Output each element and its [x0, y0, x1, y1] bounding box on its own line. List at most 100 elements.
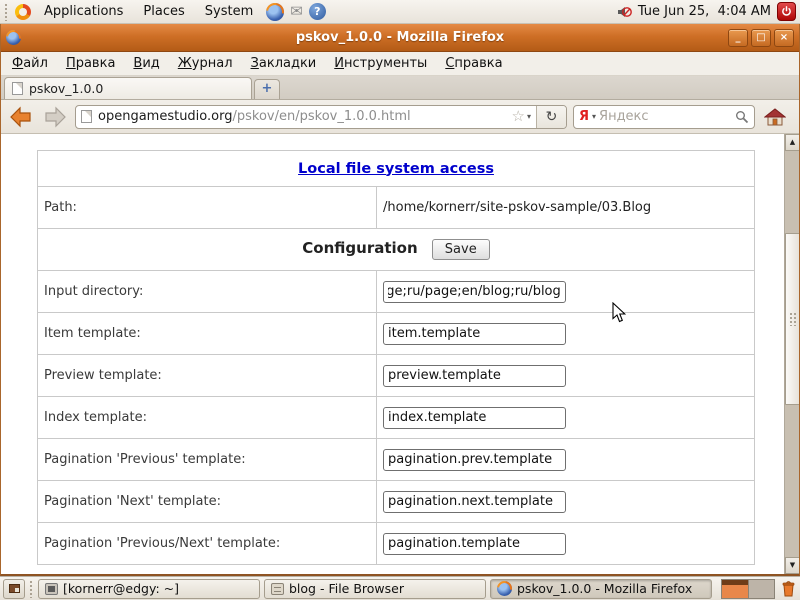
forward-arrow-icon: [43, 106, 67, 128]
menu-applications[interactable]: Applications: [37, 2, 130, 21]
workspace-switcher: [721, 579, 775, 599]
table-row: Configuration Save: [38, 229, 755, 271]
menu-file[interactable]: Файл: [3, 53, 57, 74]
tab-pskov[interactable]: pskov_1.0.0: [4, 77, 252, 99]
configuration-title: Configuration: [302, 239, 417, 257]
gnome-top-panel: Applications Places System ✉ ? Tue Jun 2…: [0, 0, 800, 24]
back-arrow-icon: [9, 106, 33, 128]
workspace-1[interactable]: [722, 580, 748, 598]
task-label: blog - File Browser: [289, 581, 404, 596]
show-desktop-icon: [9, 584, 20, 593]
field-label: Pagination 'Previous/Next' template:: [38, 523, 377, 565]
index-template-field[interactable]: [383, 407, 566, 429]
home-button[interactable]: [761, 104, 789, 130]
site-favicon: [81, 110, 92, 123]
menu-edit[interactable]: Правка: [57, 53, 124, 74]
search-bar[interactable]: Я ▾: [573, 105, 755, 129]
table-row: Pagination 'Previous' template:: [38, 439, 755, 481]
window-title: pskov_1.0.0 - Mozilla Firefox: [1, 30, 799, 45]
navigation-toolbar: opengamestudio.org/pskov/en/pskov_1.0.0.…: [1, 100, 799, 134]
item-template-field[interactable]: [383, 323, 566, 345]
forward-button[interactable]: [41, 104, 69, 130]
back-button[interactable]: [7, 104, 35, 130]
bookmark-zone: ☆ ▾: [507, 109, 536, 124]
url-path: /pskov/en/pskov_1.0.0.html: [232, 109, 410, 124]
task-label: pskov_1.0.0 - Mozilla Firefox: [517, 581, 692, 596]
panel-drag-handle[interactable]: [4, 3, 9, 21]
reload-button[interactable]: ↻: [536, 105, 566, 129]
tab-strip: pskov_1.0.0 +: [1, 76, 799, 100]
table-row: Pagination 'Next' template:: [38, 481, 755, 523]
page-content: Local file system access Path: /home/kor…: [1, 134, 799, 574]
menu-system[interactable]: System: [198, 2, 260, 21]
firefox-launcher-icon[interactable]: [266, 3, 284, 21]
path-value: /home/kornerr/site-pskov-sample/03.Blog: [377, 187, 755, 229]
workspace-2[interactable]: [748, 580, 775, 598]
preview-template-field[interactable]: [383, 365, 566, 387]
volume-muted-icon[interactable]: [616, 4, 632, 20]
gnome-taskbar: [kornerr@edgy: ~] blog - File Browser ps…: [0, 576, 800, 600]
menu-view[interactable]: Вид: [124, 53, 168, 74]
logout-power-button[interactable]: [777, 2, 796, 21]
pagination-next-template-field[interactable]: [383, 491, 566, 513]
path-label: Path:: [38, 187, 377, 229]
menu-help[interactable]: Справка: [436, 53, 511, 74]
table-row: Preview template:: [38, 355, 755, 397]
tab-label: pskov_1.0.0: [29, 81, 103, 96]
minimize-button[interactable]: _: [728, 29, 748, 47]
taskbar-drag-handle[interactable]: [29, 580, 34, 598]
table-row: Pagination 'Previous/Next' template:: [38, 523, 755, 565]
url-text[interactable]: opengamestudio.org/pskov/en/pskov_1.0.0.…: [98, 109, 507, 124]
scroll-down-button[interactable]: ▼: [785, 557, 799, 574]
browser-menubar: Файл Правка Вид Журнал Закладки Инструме…: [1, 52, 799, 76]
search-engine-dropdown-icon[interactable]: ▾: [592, 112, 596, 121]
scroll-up-button[interactable]: ▲: [785, 134, 799, 151]
save-button[interactable]: Save: [432, 239, 490, 260]
magnifier-icon[interactable]: [735, 110, 749, 124]
local-file-system-access-link[interactable]: Local file system access: [298, 161, 494, 177]
help-icon[interactable]: ?: [309, 3, 326, 20]
table-row: Index template:: [38, 397, 755, 439]
task-label: [kornerr@edgy: ~]: [63, 581, 179, 596]
table-row: Local file system access: [38, 151, 755, 187]
task-terminal[interactable]: [kornerr@edgy: ~]: [38, 579, 260, 599]
field-label: Item template:: [38, 313, 377, 355]
close-button[interactable]: ×: [774, 29, 794, 47]
configuration-table: Local file system access Path: /home/kor…: [37, 150, 755, 565]
menu-bookmarks[interactable]: Закладки: [242, 53, 326, 74]
search-input[interactable]: [599, 109, 732, 124]
pagination-prev-next-template-field[interactable]: [383, 533, 566, 555]
yandex-icon: Я: [579, 109, 589, 124]
menu-places[interactable]: Places: [136, 2, 191, 21]
panel-right-area: Tue Jun 25, 4:04 AM: [616, 2, 796, 21]
input-directory-field[interactable]: [383, 281, 566, 303]
url-domain: opengamestudio.org: [98, 109, 232, 124]
url-bar[interactable]: opengamestudio.org/pskov/en/pskov_1.0.0.…: [75, 105, 567, 129]
menu-history[interactable]: Журнал: [169, 53, 242, 74]
maximize-button[interactable]: □: [751, 29, 771, 47]
pagination-previous-template-field[interactable]: [383, 449, 566, 471]
mail-icon[interactable]: ✉: [290, 4, 303, 19]
panel-clock[interactable]: Tue Jun 25, 4:04 AM: [638, 4, 771, 19]
bookmark-star-icon[interactable]: ☆: [512, 109, 525, 124]
trash-applet[interactable]: [779, 579, 797, 599]
vertical-scrollbar[interactable]: ▲ ▼: [784, 134, 799, 574]
tab-page-icon: [12, 82, 23, 95]
ubuntu-logo-icon[interactable]: [15, 4, 31, 20]
table-row: Input directory:: [38, 271, 755, 313]
trash-icon: [781, 580, 796, 597]
field-label: Pagination 'Next' template:: [38, 481, 377, 523]
show-desktop-button[interactable]: [3, 579, 25, 599]
field-label: Preview template:: [38, 355, 377, 397]
table-row: Path: /home/kornerr/site-pskov-sample/03…: [38, 187, 755, 229]
home-icon: [764, 107, 786, 127]
field-label: Index template:: [38, 397, 377, 439]
task-file-browser[interactable]: blog - File Browser: [264, 579, 486, 599]
scrollbar-thumb[interactable]: [785, 233, 799, 405]
task-firefox[interactable]: pskov_1.0.0 - Mozilla Firefox: [490, 579, 712, 599]
url-dropdown-icon[interactable]: ▾: [527, 112, 531, 121]
window-titlebar[interactable]: pskov_1.0.0 - Mozilla Firefox _ □ ×: [1, 24, 799, 52]
menu-tools[interactable]: Инструменты: [325, 53, 436, 74]
new-tab-button[interactable]: +: [254, 79, 280, 99]
field-label: Pagination 'Previous' template:: [38, 439, 377, 481]
